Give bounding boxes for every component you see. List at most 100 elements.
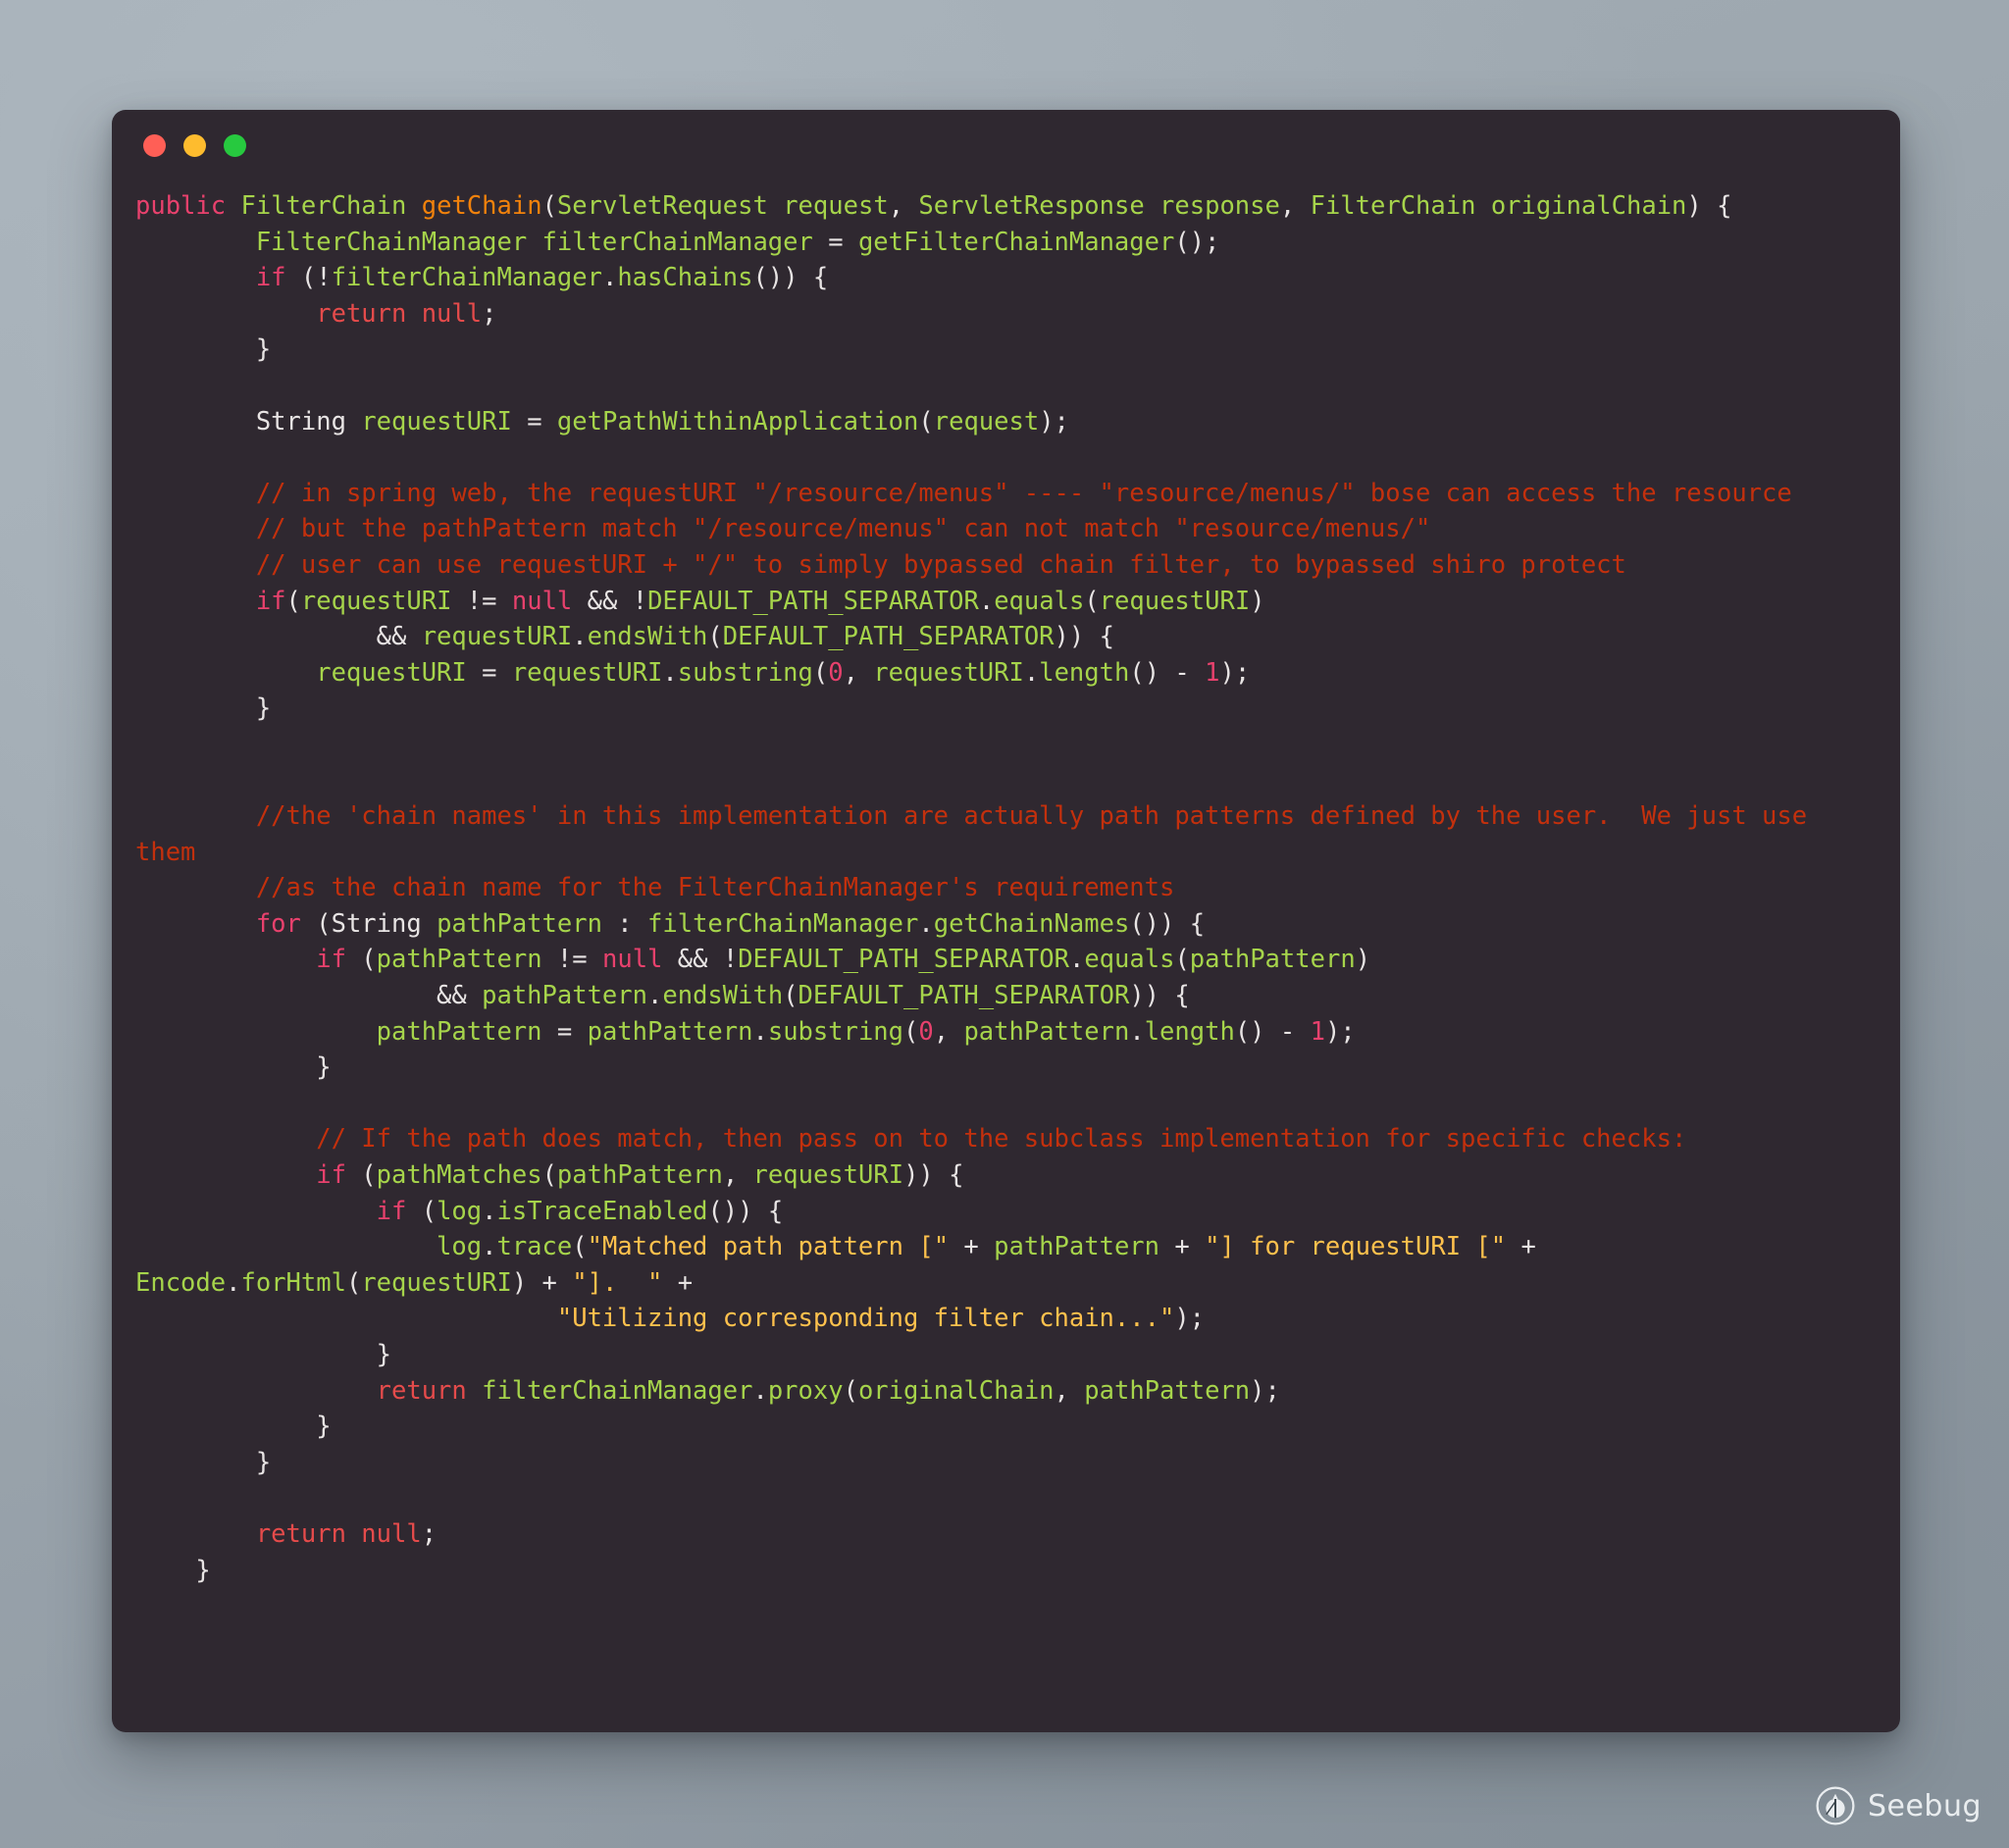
code-token: } <box>135 693 272 724</box>
code-token: DEFAULT_PATH_SEPARATOR <box>722 622 1055 652</box>
code-token: return <box>376 1375 467 1406</box>
code-token: ); <box>1250 1375 1280 1406</box>
code-token: pathPattern <box>1189 945 1356 975</box>
bug-icon <box>1816 1786 1855 1825</box>
code-token: ()) { <box>1129 908 1206 939</box>
code-token: // If the path does match, then pass on … <box>135 1124 1687 1155</box>
code-token: , <box>933 1016 964 1047</box>
code-token: != <box>451 586 512 616</box>
watermark-label: Seebug <box>1867 1788 1982 1823</box>
code-token: filterChainManager <box>482 1375 753 1406</box>
code-token: + <box>1506 1232 1552 1262</box>
code-token: . <box>647 981 663 1011</box>
code-token: if <box>255 263 286 293</box>
code-token: ServletRequest request <box>556 191 889 221</box>
code-line: } <box>135 1052 331 1082</box>
code-token: } <box>135 1447 272 1477</box>
code-token: endsWith <box>587 622 708 652</box>
code-token: return null <box>316 298 483 329</box>
code-token: + <box>1159 1232 1206 1262</box>
code-token: // but the pathPattern match "/resource/… <box>135 514 1431 544</box>
code-token: if <box>316 945 346 975</box>
code-token: } <box>135 1340 391 1369</box>
window-titlebar <box>112 110 1900 180</box>
code-token: return null <box>255 1518 422 1549</box>
code-token: ); <box>1324 1016 1356 1047</box>
code-token: pathPattern <box>376 945 542 975</box>
code-token: length <box>1039 657 1130 688</box>
code-token: trace <box>496 1232 573 1262</box>
code-token: ) { <box>1686 191 1732 221</box>
code-line: String requestURI = getPathWithinApplica… <box>135 407 1069 436</box>
maximize-button[interactable] <box>224 133 246 157</box>
code-line: } <box>135 334 271 364</box>
code-token: = <box>541 1016 588 1047</box>
code-line: } <box>135 1412 331 1441</box>
code-token: ! <box>722 945 739 975</box>
code-token: DEFAULT_PATH_SEPARATOR <box>647 586 979 616</box>
code-token: ( <box>345 1267 362 1298</box>
code-line: //the 'chain names' in this implementati… <box>135 801 1822 867</box>
code-line: return null; <box>135 1519 437 1549</box>
code-token: () - <box>1129 657 1206 688</box>
code-token: requestURI <box>421 622 573 652</box>
code-token: pathPattern <box>437 908 602 939</box>
code-token: pathPattern <box>963 1016 1130 1047</box>
code-line: return null; <box>135 299 496 329</box>
code-token: log <box>437 1196 483 1226</box>
code-token: , <box>722 1160 753 1191</box>
code-token: if <box>316 1160 346 1191</box>
code-line: // but the pathPattern match "/resource/… <box>135 514 1430 543</box>
code-token: ! <box>632 586 648 616</box>
code-token: if <box>255 586 286 616</box>
code-token: : <box>601 908 648 939</box>
code-token: ( <box>903 1016 919 1047</box>
code-token: request <box>933 406 1040 436</box>
code-token: 0 <box>918 1016 934 1047</box>
code-token: ( <box>285 586 301 616</box>
code-area[interactable]: public FilterChain getChain(ServletReque… <box>112 180 1900 1608</box>
code-token: ( <box>1174 945 1190 975</box>
code-token: //the 'chain names' in this implementati… <box>135 801 1823 867</box>
code-line: // user can use requestURI + "/" to simp… <box>135 550 1626 580</box>
code-token: + <box>949 1232 995 1262</box>
code-line: } <box>135 1340 391 1369</box>
code-token: ( <box>843 1375 858 1406</box>
close-button[interactable] <box>143 133 166 157</box>
code-token: . <box>1129 1016 1145 1047</box>
code-token: requestURI <box>316 657 467 688</box>
code-token: substring <box>767 1016 904 1047</box>
code-token: () - <box>1234 1016 1311 1047</box>
code-line: if (pathMatches(pathPattern, requestURI)… <box>135 1160 963 1190</box>
minimize-button[interactable] <box>183 133 206 157</box>
code-line: requestURI = requestURI.substring(0, req… <box>135 658 1250 688</box>
code-token: "Utilizing corresponding filter chain...… <box>556 1304 1175 1334</box>
code-token: for <box>255 908 301 939</box>
code-token: . <box>1068 945 1085 975</box>
code-token: ()) { <box>707 1196 784 1226</box>
code-token: null <box>601 945 663 975</box>
code-token: ( <box>707 622 723 652</box>
code-token: proxy <box>767 1375 844 1406</box>
code-token: ) <box>1355 945 1371 975</box>
code-token: . <box>482 1232 497 1262</box>
code-token: && <box>135 981 483 1011</box>
code-token: hasChains <box>617 263 753 293</box>
code-token: filterChainManager <box>331 263 602 293</box>
code-token: && <box>135 622 422 652</box>
code-token: ); <box>1039 406 1069 436</box>
code-token: ()) { <box>752 263 829 293</box>
code-token: } <box>135 1555 211 1585</box>
code-token: != <box>541 945 602 975</box>
code-token: pathMatches <box>376 1160 542 1191</box>
code-line: FilterChainManager filterChainManager = … <box>135 228 1220 257</box>
